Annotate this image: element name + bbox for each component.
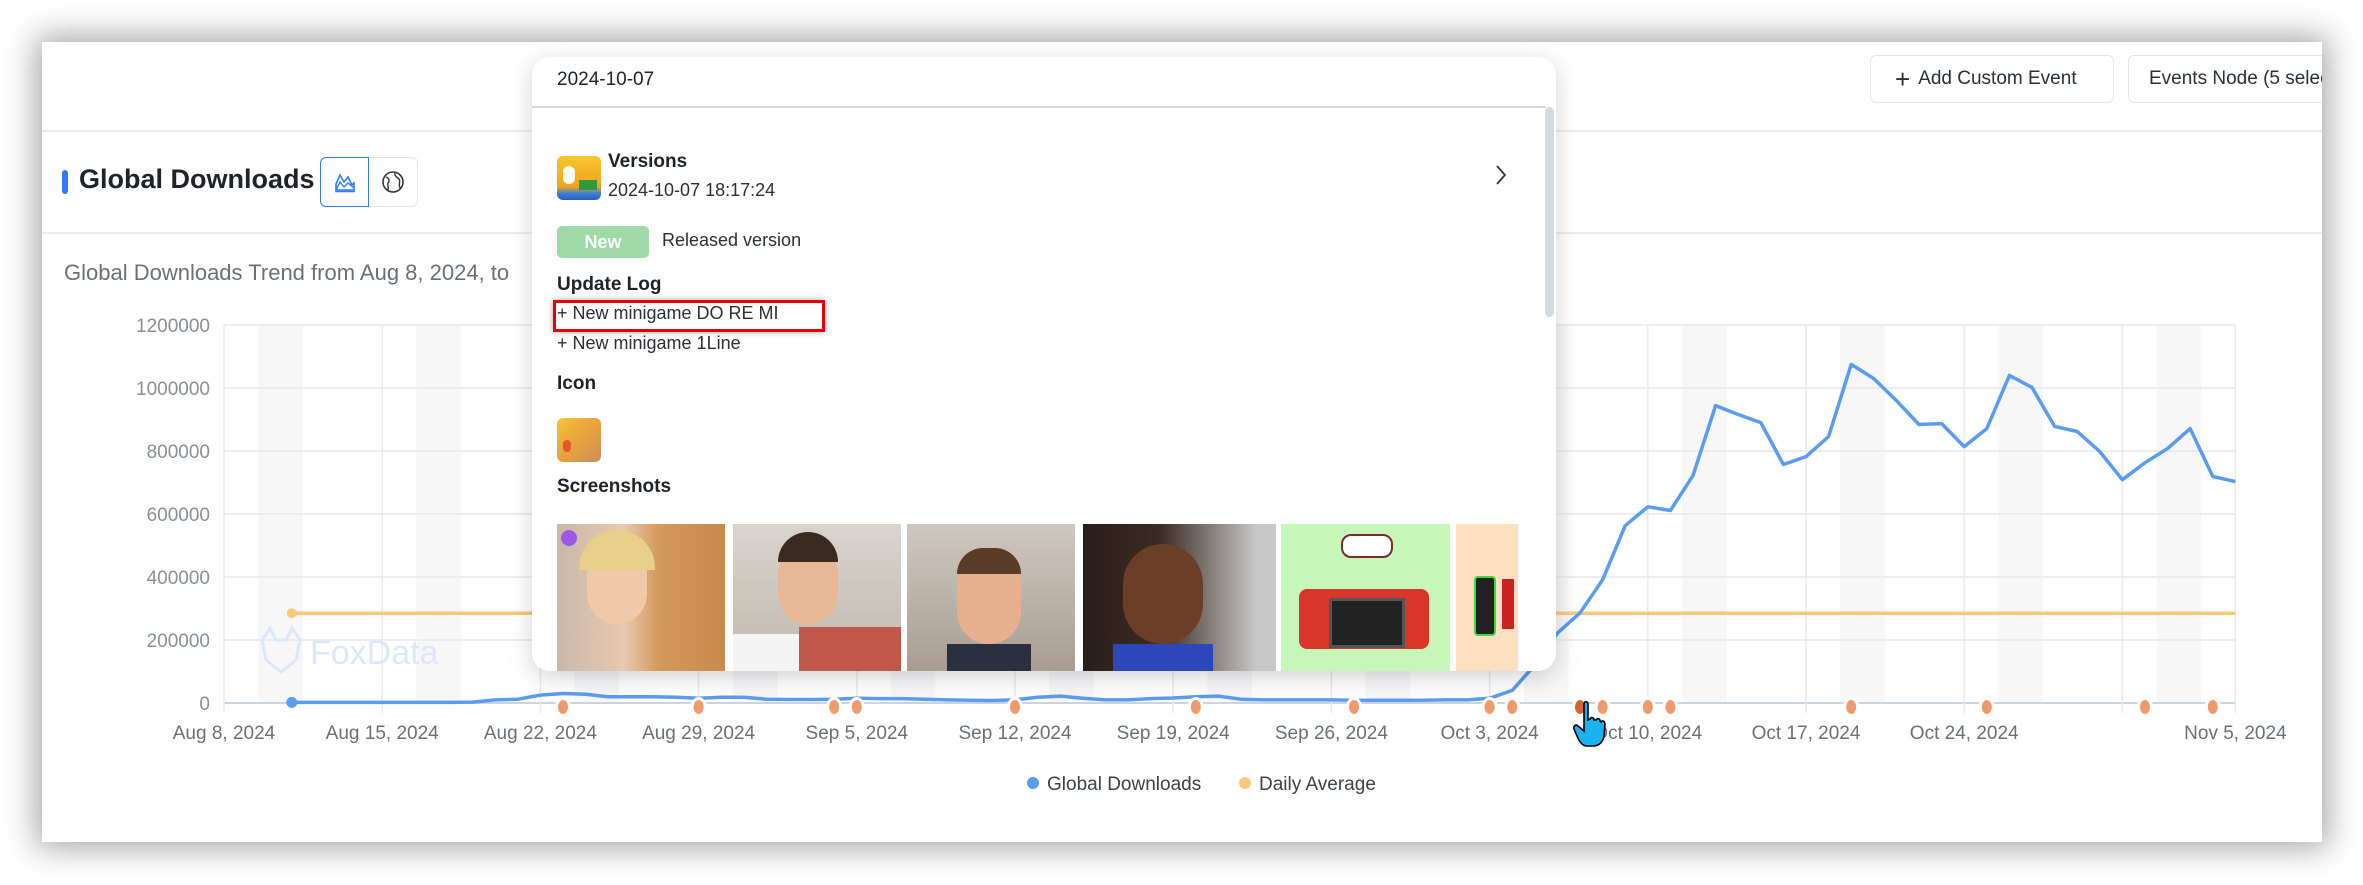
event-marker[interactable] (1481, 697, 1498, 717)
x-tick-label: Oct 17, 2024 (1752, 723, 1861, 744)
screenshot-thumbnail[interactable] (1456, 524, 1518, 671)
popup-header-divider (532, 106, 1546, 108)
screenshots-title: Screenshots (557, 476, 672, 497)
x-tick-label: Sep 26, 2024 (1275, 723, 1388, 744)
screenshot-thumbnail[interactable] (1281, 524, 1450, 671)
screenshot-thumbnail[interactable] (907, 524, 1075, 671)
screenshot-thumbnail[interactable] (733, 524, 901, 671)
versions-chevron-right-icon[interactable] (1494, 163, 1508, 192)
x-tick-label: Oct 24, 2024 (1910, 723, 2019, 744)
y-tick-label: 800000 (147, 442, 210, 463)
new-version-badge: New (557, 226, 649, 258)
versions-datetime: 2024-10-07 18:17:24 (608, 180, 776, 200)
x-tick-label: Sep 5, 2024 (806, 723, 909, 744)
event-marker[interactable] (848, 697, 865, 717)
update-log-item: + New minigame 1Line (557, 333, 741, 353)
x-tick-label: Aug 8, 2024 (173, 723, 276, 744)
y-tick-label: 1000000 (136, 379, 210, 400)
event-marker[interactable] (1346, 697, 1362, 717)
foxdata-watermark: FoxData (310, 634, 439, 672)
legend-dot-daily-average (1239, 777, 1251, 789)
versions-title: Versions (608, 151, 688, 172)
event-marker[interactable] (2137, 697, 2153, 717)
global-downloads-start-point (286, 696, 298, 708)
hand-cursor-icon (1573, 700, 1606, 747)
app-version-icon (557, 156, 601, 200)
update-log-title: Update Log (557, 274, 662, 295)
event-marker[interactable] (2204, 697, 2221, 717)
x-tick-label: Nov 5, 2024 (2184, 723, 2287, 744)
popup-date: 2024-10-07 (557, 69, 655, 90)
event-marker[interactable] (826, 697, 843, 717)
event-marker[interactable] (1639, 697, 1656, 717)
y-tick-label: 200000 (147, 631, 210, 652)
icon-section-title: Icon (557, 373, 597, 394)
y-tick-label: 1200000 (136, 316, 210, 337)
legend-dot-global-downloads (1027, 777, 1039, 789)
update-log-item: + New minigame DO RE MI (557, 303, 779, 323)
event-marker[interactable] (1007, 697, 1023, 717)
daily-average-start-point (286, 608, 297, 619)
event-marker[interactable] (1187, 697, 1204, 717)
y-tick-label: 0 (199, 694, 210, 715)
screenshot-thumbnail[interactable] (557, 524, 725, 671)
x-tick-label: Aug 15, 2024 (326, 723, 439, 744)
event-marker[interactable] (1843, 697, 1860, 717)
event-marker[interactable] (1662, 697, 1679, 717)
x-tick-label: Oct 3, 2024 (1440, 723, 1539, 744)
released-version-label: Released version (662, 230, 802, 250)
event-marker[interactable] (1978, 697, 1995, 717)
x-tick-label: Oct 10, 2024 (1593, 723, 1702, 744)
x-tick-label: Sep 19, 2024 (1117, 723, 1230, 744)
x-tick-label: Aug 22, 2024 (484, 723, 597, 744)
app-icon-image (557, 418, 601, 462)
event-marker[interactable] (1504, 697, 1521, 717)
event-marker[interactable] (555, 697, 571, 717)
legend-label-daily-average[interactable]: Daily Average (1259, 774, 1376, 795)
screenshot-thumbnail[interactable] (1083, 524, 1276, 671)
y-tick-label: 400000 (147, 568, 210, 589)
event-detail-popup: 2024-10-07 Versions 2024-10-07 18:17:24 … (532, 57, 1556, 671)
y-tick-label: 600000 (147, 505, 210, 526)
popup-scrollbar[interactable] (1545, 107, 1554, 317)
x-tick-label: Aug 29, 2024 (642, 723, 755, 744)
x-tick-label: Sep 12, 2024 (958, 723, 1071, 744)
event-marker[interactable] (690, 697, 707, 717)
legend-label-global-downloads[interactable]: Global Downloads (1047, 774, 1201, 795)
